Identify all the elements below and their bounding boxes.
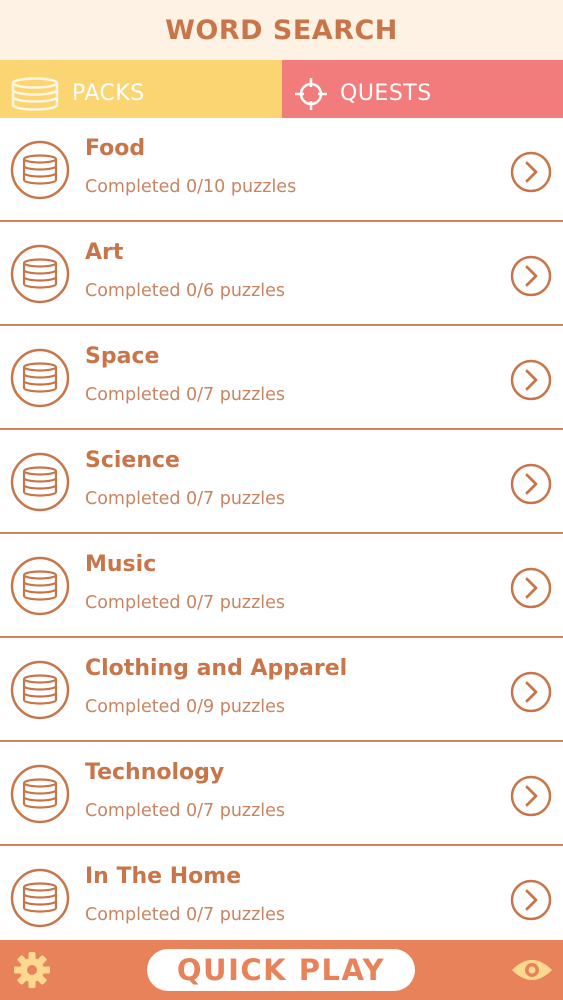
gear-icon[interactable] [12, 950, 52, 990]
eye-icon[interactable] [510, 952, 554, 988]
pack-name: Food [85, 136, 146, 161]
tab-packs[interactable]: PACKS [0, 60, 282, 127]
pack-progress: Completed 0/10 puzzles [85, 177, 297, 197]
coin-stack-icon [10, 140, 70, 200]
pack-progress: Completed 0/7 puzzles [85, 801, 286, 821]
coin-stack-icon [10, 556, 70, 616]
coin-stack-icon [10, 244, 70, 304]
chevron-right-icon[interactable] [510, 775, 552, 817]
pack-progress: Completed 0/9 puzzles [85, 697, 286, 717]
app-header: WORD SEARCH [0, 0, 563, 60]
pack-list-item[interactable]: Art Completed 0/6 puzzles [0, 222, 563, 326]
page-title: WORD SEARCH [165, 14, 398, 46]
pack-list-item[interactable]: Science Completed 0/7 puzzles [0, 430, 563, 534]
pack-name: In The Home [85, 864, 242, 889]
coin-stack-icon [10, 868, 70, 928]
pack-name: Space [85, 344, 160, 369]
pack-progress: Completed 0/7 puzzles [85, 385, 286, 405]
coin-stack-icon [10, 452, 70, 512]
pack-list-item[interactable]: Food Completed 0/10 puzzles [0, 118, 563, 222]
bottom-bar: QUICK PLAY [0, 940, 563, 1000]
tab-packs-label: PACKS [72, 81, 145, 106]
chevron-right-icon[interactable] [510, 151, 552, 193]
chevron-right-icon[interactable] [510, 463, 552, 505]
pack-list-item[interactable]: Clothing and Apparel Completed 0/9 puzzl… [0, 638, 563, 742]
pack-list-item[interactable]: In The Home Completed 0/7 puzzles [0, 846, 563, 950]
chevron-right-icon[interactable] [510, 671, 552, 713]
tab-quests[interactable]: QUESTS [282, 60, 563, 127]
pack-list: Food Completed 0/10 puzzles Art Complete… [0, 118, 563, 950]
pack-progress: Completed 0/6 puzzles [85, 281, 286, 301]
pack-list-item[interactable]: Technology Completed 0/7 puzzles [0, 742, 563, 846]
coin-stack-icon [10, 764, 70, 824]
coin-stack-icon [10, 660, 70, 720]
coin-stack-icon [10, 348, 70, 408]
chevron-right-icon[interactable] [510, 567, 552, 609]
crosshair-icon [294, 77, 328, 111]
chevron-right-icon[interactable] [510, 879, 552, 921]
pack-list-item[interactable]: Space Completed 0/7 puzzles [0, 326, 563, 430]
coins-icon [10, 76, 60, 111]
pack-name: Technology [85, 760, 225, 785]
pack-name: Clothing and Apparel [85, 656, 348, 681]
pack-name: Science [85, 448, 180, 473]
quick-play-button[interactable]: QUICK PLAY [147, 949, 415, 991]
pack-progress: Completed 0/7 puzzles [85, 593, 286, 613]
pack-name: Music [85, 552, 157, 577]
chevron-right-icon[interactable] [510, 255, 552, 297]
tab-bar: PACKS QUESTS [0, 60, 563, 127]
chevron-right-icon[interactable] [510, 359, 552, 401]
pack-name: Art [85, 240, 124, 265]
pack-progress: Completed 0/7 puzzles [85, 905, 286, 925]
pack-progress: Completed 0/7 puzzles [85, 489, 286, 509]
tab-quests-label: QUESTS [340, 81, 432, 106]
pack-list-item[interactable]: Music Completed 0/7 puzzles [0, 534, 563, 638]
